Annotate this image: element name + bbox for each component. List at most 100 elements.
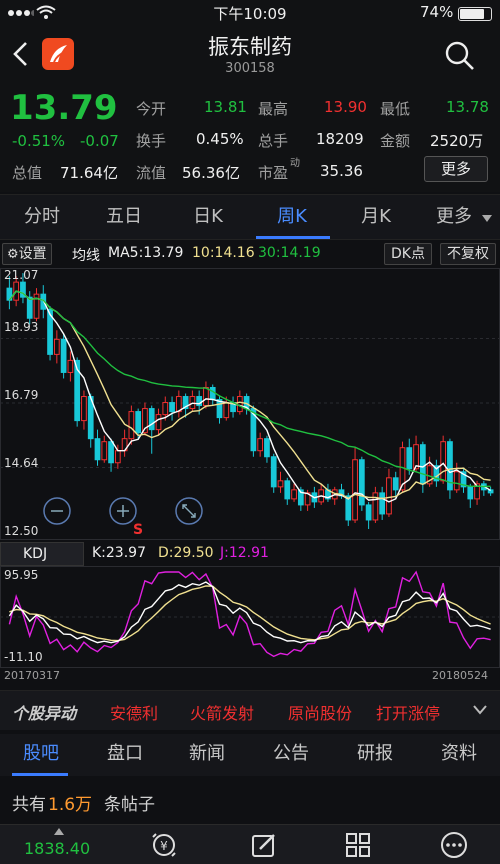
tab-weekly-k[interactable]: 周K <box>256 195 328 241</box>
battery-percent: 74% <box>420 3 454 21</box>
gear-icon: ⚙ <box>7 247 19 262</box>
fullscreen-icon[interactable] <box>174 496 204 526</box>
high-label: 最高 <box>258 100 289 118</box>
post-count-prefix: 共有 <box>12 795 46 815</box>
ma30-value: 30:14.19 <box>258 245 321 261</box>
change-amount: -0.07 <box>80 132 119 150</box>
turnover-value: 0.45% <box>196 130 244 148</box>
start-date: 20170317 <box>4 669 60 682</box>
kdj-y-bottom: -11.10 <box>4 650 43 664</box>
edit-icon[interactable] <box>250 831 278 859</box>
candle-body <box>392 477 399 491</box>
ticker-label: 个股异动 <box>12 704 77 723</box>
index-value[interactable]: 1838.40 <box>24 839 90 858</box>
candle-body <box>101 441 108 461</box>
candle-body <box>60 338 67 373</box>
candle-body <box>236 396 243 413</box>
chevron-down-icon[interactable] <box>472 703 488 717</box>
tab-more[interactable]: 更多 <box>418 195 490 241</box>
more-button[interactable]: 更多 <box>424 156 488 182</box>
active-tab-indicator <box>256 236 330 239</box>
volume-value: 18209 <box>316 130 364 148</box>
subtab-news[interactable]: 新闻 <box>172 734 242 776</box>
tab-monthly-k[interactable]: 月K <box>340 195 412 241</box>
candle-body <box>419 444 426 485</box>
kdj-chart[interactable]: 95.95 -11.10 <box>0 566 500 668</box>
candle-body <box>162 402 169 416</box>
kdj-selector[interactable]: KDJ <box>0 542 84 566</box>
status-bar: 下午10:09 74% <box>0 0 500 26</box>
pe-label: 市盈 <box>258 164 289 182</box>
candlestick-chart[interactable]: S 21.07 18.93 16.79 14.64 12.50 <box>0 268 500 540</box>
pe-sup: 动 <box>290 158 300 169</box>
zoom-out-icon[interactable] <box>42 496 72 526</box>
kdj-svg <box>0 566 500 668</box>
ticker-item[interactable]: 安德利 <box>110 700 158 724</box>
candle-body <box>53 338 60 355</box>
candle-body <box>386 477 392 515</box>
candle-body <box>203 386 209 407</box>
amount-value: 2520万 <box>430 132 484 150</box>
subtab-forum[interactable]: 股吧 <box>6 734 76 776</box>
candle-body <box>453 471 460 491</box>
kdj-k: K:23.97 <box>92 545 146 561</box>
tab-daily-k[interactable]: 日K <box>172 195 244 241</box>
kdj-d: D:29.50 <box>158 545 214 561</box>
change-percent: -0.51% <box>12 132 66 150</box>
candle-body <box>155 414 162 431</box>
kdj-y-top: 95.95 <box>4 568 39 582</box>
zoom-in-icon[interactable] <box>108 496 138 526</box>
ticker-item[interactable]: 火箭发射 <box>190 700 254 724</box>
candle-body <box>26 296 33 319</box>
candle-body <box>169 402 175 413</box>
subtab-order-book[interactable]: 盘口 <box>90 734 160 776</box>
adjust-button[interactable]: 不复权 <box>440 243 496 265</box>
tab-five-day[interactable]: 五日 <box>88 195 160 241</box>
subtab-profile[interactable]: 资料 <box>424 734 494 776</box>
open-label: 今开 <box>136 100 167 118</box>
candle-body <box>108 441 114 464</box>
stock-alert-ticker[interactable]: 个股异动 安德利 火箭发射 原尚股份 打开涨停 <box>0 690 500 730</box>
ticker-item[interactable]: 打开涨停 <box>376 700 440 724</box>
ticker-item[interactable]: 原尚股份 <box>288 700 352 724</box>
post-count: 共有 1.6万 条帖子 <box>0 786 500 816</box>
candle-body <box>135 411 142 434</box>
grid-icon[interactable] <box>344 831 372 859</box>
candle-body <box>467 486 474 500</box>
tab-intraday[interactable]: 分时 <box>6 195 78 241</box>
y-tick-4: 12.50 <box>4 524 39 538</box>
chart-toolbar: ⚙设置 均线 MA5:13.79 10:14.16 30:14.19 DK点 不… <box>0 240 500 268</box>
search-icon[interactable] <box>444 40 476 72</box>
trade-icon[interactable]: ¥ <box>150 831 178 859</box>
turnover-label: 换手 <box>136 132 167 150</box>
subtab-announcements[interactable]: 公告 <box>256 734 326 776</box>
total-value-label: 总值 <box>12 164 43 182</box>
candle-body <box>277 480 284 488</box>
candle-body <box>365 504 372 521</box>
more-dots-icon[interactable] <box>440 831 468 859</box>
dk-point-button[interactable]: DK点 <box>384 243 432 265</box>
kdj-j: J:12.91 <box>220 545 269 561</box>
stock-code: 300158 <box>225 61 275 76</box>
float-value-label: 流值 <box>136 164 167 182</box>
candle-body <box>209 386 216 401</box>
quote-panel: 13.79 -0.51% -0.07 今开 13.81 最高 13.90 最低 … <box>0 84 500 192</box>
post-count-suffix: 条帖子 <box>104 795 155 815</box>
settings-button[interactable]: ⚙设置 <box>2 243 52 265</box>
kdj-header: KDJ K:23.97 D:29.50 J:12.91 <box>0 542 500 566</box>
pe-value: 35.36 <box>320 162 363 180</box>
end-date: 20180524 <box>432 669 488 682</box>
date-axis: 20170317 20180524 <box>0 668 500 684</box>
candle-body <box>440 441 447 482</box>
low-label: 最低 <box>380 100 411 118</box>
battery-icon <box>458 7 492 21</box>
candle-body <box>128 411 135 440</box>
y-tick-2: 16.79 <box>4 388 39 402</box>
subtab-research[interactable]: 研报 <box>340 734 410 776</box>
svg-text:¥: ¥ <box>160 839 168 853</box>
header: 振东制药 300158 <box>0 26 500 84</box>
candle-body <box>291 489 297 500</box>
settings-label: 设置 <box>18 246 47 262</box>
candle-body <box>114 450 121 464</box>
high-value: 13.90 <box>324 98 367 116</box>
